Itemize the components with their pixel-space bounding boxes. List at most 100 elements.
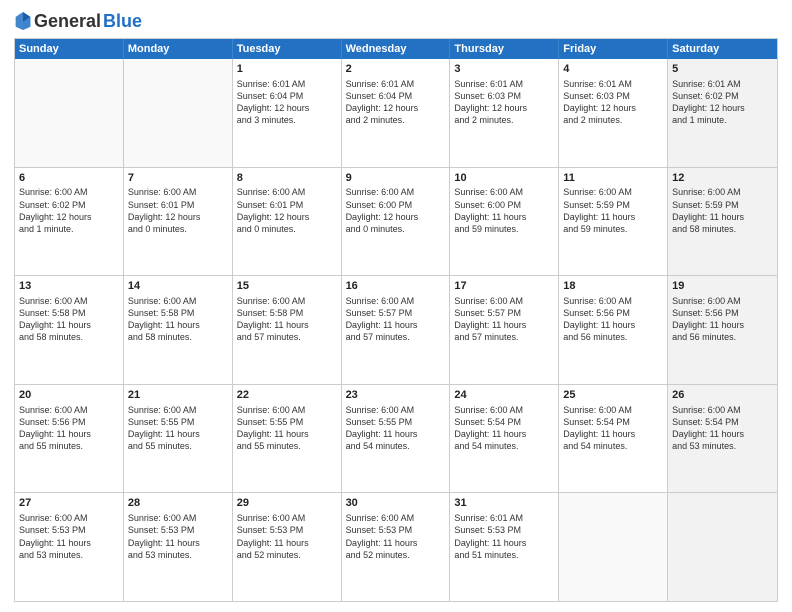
day-cell-3: 3Sunrise: 6:01 AMSunset: 6:03 PMDaylight… xyxy=(450,59,559,167)
day-cell-24: 24Sunrise: 6:00 AMSunset: 5:54 PMDayligh… xyxy=(450,385,559,493)
day-cell-2: 2Sunrise: 6:01 AMSunset: 6:04 PMDaylight… xyxy=(342,59,451,167)
calendar-row-1: 6Sunrise: 6:00 AMSunset: 6:02 PMDaylight… xyxy=(15,167,777,276)
day-number: 23 xyxy=(346,388,446,403)
day-number: 19 xyxy=(672,279,773,294)
day-number: 30 xyxy=(346,496,446,511)
day-info: Sunrise: 6:00 AMSunset: 5:58 PMDaylight:… xyxy=(128,295,228,344)
day-number: 3 xyxy=(454,62,554,77)
day-number: 22 xyxy=(237,388,337,403)
day-cell-1: 1Sunrise: 6:01 AMSunset: 6:04 PMDaylight… xyxy=(233,59,342,167)
logo-icon xyxy=(14,10,32,32)
day-cell-18: 18Sunrise: 6:00 AMSunset: 5:56 PMDayligh… xyxy=(559,276,668,384)
day-info: Sunrise: 6:00 AMSunset: 5:59 PMDaylight:… xyxy=(672,186,773,235)
day-info: Sunrise: 6:00 AMSunset: 5:57 PMDaylight:… xyxy=(454,295,554,344)
day-info: Sunrise: 6:00 AMSunset: 5:53 PMDaylight:… xyxy=(237,512,337,561)
day-cell-6: 6Sunrise: 6:00 AMSunset: 6:02 PMDaylight… xyxy=(15,168,124,276)
header-cell-wednesday: Wednesday xyxy=(342,39,451,59)
day-info: Sunrise: 6:01 AMSunset: 6:04 PMDaylight:… xyxy=(346,78,446,127)
day-info: Sunrise: 6:00 AMSunset: 5:59 PMDaylight:… xyxy=(563,186,663,235)
day-cell-20: 20Sunrise: 6:00 AMSunset: 5:56 PMDayligh… xyxy=(15,385,124,493)
day-number: 13 xyxy=(19,279,119,294)
day-number: 8 xyxy=(237,171,337,186)
day-info: Sunrise: 6:00 AMSunset: 5:53 PMDaylight:… xyxy=(346,512,446,561)
calendar-row-4: 27Sunrise: 6:00 AMSunset: 5:53 PMDayligh… xyxy=(15,492,777,601)
day-info: Sunrise: 6:00 AMSunset: 5:56 PMDaylight:… xyxy=(563,295,663,344)
day-cell-16: 16Sunrise: 6:00 AMSunset: 5:57 PMDayligh… xyxy=(342,276,451,384)
day-number: 9 xyxy=(346,171,446,186)
day-number: 25 xyxy=(563,388,663,403)
day-info: Sunrise: 6:00 AMSunset: 5:56 PMDaylight:… xyxy=(672,295,773,344)
day-number: 29 xyxy=(237,496,337,511)
day-cell-29: 29Sunrise: 6:00 AMSunset: 5:53 PMDayligh… xyxy=(233,493,342,601)
day-number: 5 xyxy=(672,62,773,77)
calendar-header: SundayMondayTuesdayWednesdayThursdayFrid… xyxy=(15,39,777,59)
day-number: 21 xyxy=(128,388,228,403)
day-info: Sunrise: 6:01 AMSunset: 6:02 PMDaylight:… xyxy=(672,78,773,127)
logo: General Blue xyxy=(14,10,142,32)
day-number: 17 xyxy=(454,279,554,294)
empty-cell-0-0 xyxy=(15,59,124,167)
day-number: 4 xyxy=(563,62,663,77)
day-number: 10 xyxy=(454,171,554,186)
day-number: 15 xyxy=(237,279,337,294)
header-cell-tuesday: Tuesday xyxy=(233,39,342,59)
page: General Blue SundayMondayTuesdayWednesda… xyxy=(0,0,792,612)
day-info: Sunrise: 6:00 AMSunset: 5:54 PMDaylight:… xyxy=(563,404,663,453)
day-cell-14: 14Sunrise: 6:00 AMSunset: 5:58 PMDayligh… xyxy=(124,276,233,384)
calendar-body: 1Sunrise: 6:01 AMSunset: 6:04 PMDaylight… xyxy=(15,59,777,601)
day-number: 18 xyxy=(563,279,663,294)
calendar: SundayMondayTuesdayWednesdayThursdayFrid… xyxy=(14,38,778,602)
day-info: Sunrise: 6:00 AMSunset: 5:54 PMDaylight:… xyxy=(672,404,773,453)
day-cell-28: 28Sunrise: 6:00 AMSunset: 5:53 PMDayligh… xyxy=(124,493,233,601)
day-info: Sunrise: 6:00 AMSunset: 6:01 PMDaylight:… xyxy=(128,186,228,235)
logo-blue-text: Blue xyxy=(103,11,142,32)
calendar-row-3: 20Sunrise: 6:00 AMSunset: 5:56 PMDayligh… xyxy=(15,384,777,493)
day-cell-27: 27Sunrise: 6:00 AMSunset: 5:53 PMDayligh… xyxy=(15,493,124,601)
day-cell-22: 22Sunrise: 6:00 AMSunset: 5:55 PMDayligh… xyxy=(233,385,342,493)
day-cell-11: 11Sunrise: 6:00 AMSunset: 5:59 PMDayligh… xyxy=(559,168,668,276)
empty-cell-4-6 xyxy=(668,493,777,601)
day-cell-17: 17Sunrise: 6:00 AMSunset: 5:57 PMDayligh… xyxy=(450,276,559,384)
day-info: Sunrise: 6:00 AMSunset: 6:00 PMDaylight:… xyxy=(454,186,554,235)
day-cell-13: 13Sunrise: 6:00 AMSunset: 5:58 PMDayligh… xyxy=(15,276,124,384)
day-info: Sunrise: 6:01 AMSunset: 6:04 PMDaylight:… xyxy=(237,78,337,127)
header-cell-saturday: Saturday xyxy=(668,39,777,59)
day-cell-8: 8Sunrise: 6:00 AMSunset: 6:01 PMDaylight… xyxy=(233,168,342,276)
empty-cell-4-5 xyxy=(559,493,668,601)
day-info: Sunrise: 6:00 AMSunset: 5:53 PMDaylight:… xyxy=(19,512,119,561)
day-info: Sunrise: 6:00 AMSunset: 5:55 PMDaylight:… xyxy=(128,404,228,453)
day-number: 28 xyxy=(128,496,228,511)
header-cell-friday: Friday xyxy=(559,39,668,59)
day-cell-31: 31Sunrise: 6:01 AMSunset: 5:53 PMDayligh… xyxy=(450,493,559,601)
day-number: 2 xyxy=(346,62,446,77)
calendar-row-0: 1Sunrise: 6:01 AMSunset: 6:04 PMDaylight… xyxy=(15,59,777,167)
header-cell-thursday: Thursday xyxy=(450,39,559,59)
logo-general-text: General xyxy=(34,11,101,32)
header: General Blue xyxy=(14,10,778,32)
day-cell-9: 9Sunrise: 6:00 AMSunset: 6:00 PMDaylight… xyxy=(342,168,451,276)
day-cell-7: 7Sunrise: 6:00 AMSunset: 6:01 PMDaylight… xyxy=(124,168,233,276)
header-cell-monday: Monday xyxy=(124,39,233,59)
day-info: Sunrise: 6:00 AMSunset: 5:57 PMDaylight:… xyxy=(346,295,446,344)
day-info: Sunrise: 6:00 AMSunset: 5:58 PMDaylight:… xyxy=(19,295,119,344)
calendar-row-2: 13Sunrise: 6:00 AMSunset: 5:58 PMDayligh… xyxy=(15,275,777,384)
day-number: 11 xyxy=(563,171,663,186)
day-cell-10: 10Sunrise: 6:00 AMSunset: 6:00 PMDayligh… xyxy=(450,168,559,276)
day-info: Sunrise: 6:00 AMSunset: 5:55 PMDaylight:… xyxy=(237,404,337,453)
day-number: 20 xyxy=(19,388,119,403)
day-info: Sunrise: 6:00 AMSunset: 6:01 PMDaylight:… xyxy=(237,186,337,235)
logo-area: General Blue xyxy=(14,10,142,32)
day-cell-5: 5Sunrise: 6:01 AMSunset: 6:02 PMDaylight… xyxy=(668,59,777,167)
day-number: 26 xyxy=(672,388,773,403)
empty-cell-0-1 xyxy=(124,59,233,167)
day-cell-12: 12Sunrise: 6:00 AMSunset: 5:59 PMDayligh… xyxy=(668,168,777,276)
day-number: 31 xyxy=(454,496,554,511)
day-number: 24 xyxy=(454,388,554,403)
day-number: 1 xyxy=(237,62,337,77)
day-number: 7 xyxy=(128,171,228,186)
day-info: Sunrise: 6:00 AMSunset: 6:02 PMDaylight:… xyxy=(19,186,119,235)
day-cell-4: 4Sunrise: 6:01 AMSunset: 6:03 PMDaylight… xyxy=(559,59,668,167)
day-info: Sunrise: 6:00 AMSunset: 5:53 PMDaylight:… xyxy=(128,512,228,561)
day-info: Sunrise: 6:01 AMSunset: 5:53 PMDaylight:… xyxy=(454,512,554,561)
day-info: Sunrise: 6:00 AMSunset: 6:00 PMDaylight:… xyxy=(346,186,446,235)
